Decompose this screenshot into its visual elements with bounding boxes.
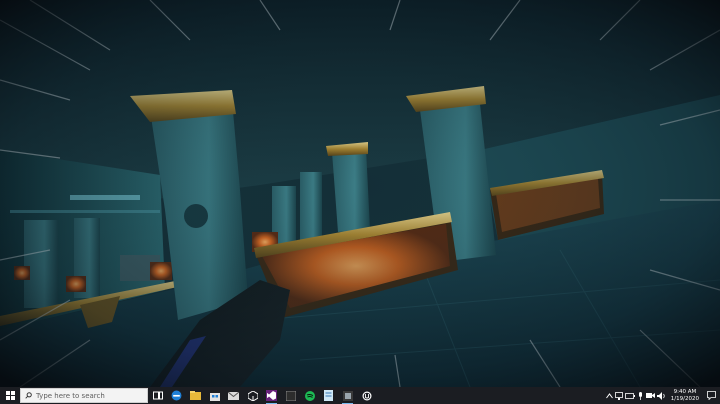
clock[interactable]: 9:40 AM 1/19/2020 bbox=[668, 389, 702, 402]
taskbar-app[interactable] bbox=[338, 387, 357, 404]
game-scene bbox=[0, 0, 720, 387]
task-view-button[interactable] bbox=[148, 387, 167, 404]
start-button[interactable] bbox=[0, 387, 20, 404]
notepad-icon bbox=[324, 390, 333, 401]
search-placeholder: Type here to search bbox=[36, 391, 105, 400]
unity-icon bbox=[247, 390, 258, 401]
camera-icon[interactable] bbox=[645, 392, 655, 399]
taskbar: Type here to search 9:40 AM 1/19/2020 bbox=[0, 387, 720, 404]
edge-icon bbox=[171, 390, 182, 401]
taskbar-app-mail[interactable] bbox=[224, 387, 243, 404]
taskbar-app-store[interactable] bbox=[205, 387, 224, 404]
search-icon bbox=[25, 392, 32, 399]
system-tray: 9:40 AM 1/19/2020 bbox=[605, 387, 720, 404]
app-icon bbox=[285, 390, 296, 401]
battery-icon[interactable] bbox=[624, 392, 635, 399]
microphone-icon[interactable] bbox=[637, 391, 644, 400]
taskbar-app[interactable] bbox=[281, 387, 300, 404]
taskbar-app-visual-studio[interactable] bbox=[262, 387, 281, 404]
clock-date: 1/19/2020 bbox=[670, 395, 699, 402]
store-icon bbox=[209, 392, 220, 401]
app-icon bbox=[342, 390, 353, 401]
notification-icon bbox=[706, 391, 716, 400]
game-viewport[interactable] bbox=[0, 0, 720, 387]
network-icon[interactable] bbox=[614, 391, 623, 400]
taskbar-app-unreal-engine[interactable] bbox=[357, 387, 376, 404]
taskbar-app-notepad[interactable] bbox=[319, 387, 338, 404]
search-box[interactable]: Type here to search bbox=[20, 388, 148, 403]
volume-icon[interactable] bbox=[656, 391, 666, 400]
taskbar-app-edge[interactable] bbox=[167, 387, 186, 404]
taskbar-app-file-explorer[interactable] bbox=[186, 387, 205, 404]
spotify-icon bbox=[304, 390, 315, 401]
taskbar-app-spotify[interactable] bbox=[300, 387, 319, 404]
file-explorer-icon bbox=[190, 391, 201, 400]
task-view-icon bbox=[152, 391, 163, 400]
visual-studio-icon bbox=[266, 390, 277, 401]
action-center-button[interactable] bbox=[704, 387, 718, 404]
unreal-engine-icon bbox=[362, 391, 371, 400]
taskbar-app-unity[interactable] bbox=[243, 387, 262, 404]
windows-logo-icon bbox=[5, 391, 15, 400]
mail-icon bbox=[228, 391, 239, 400]
chevron-up-icon[interactable] bbox=[605, 392, 613, 399]
